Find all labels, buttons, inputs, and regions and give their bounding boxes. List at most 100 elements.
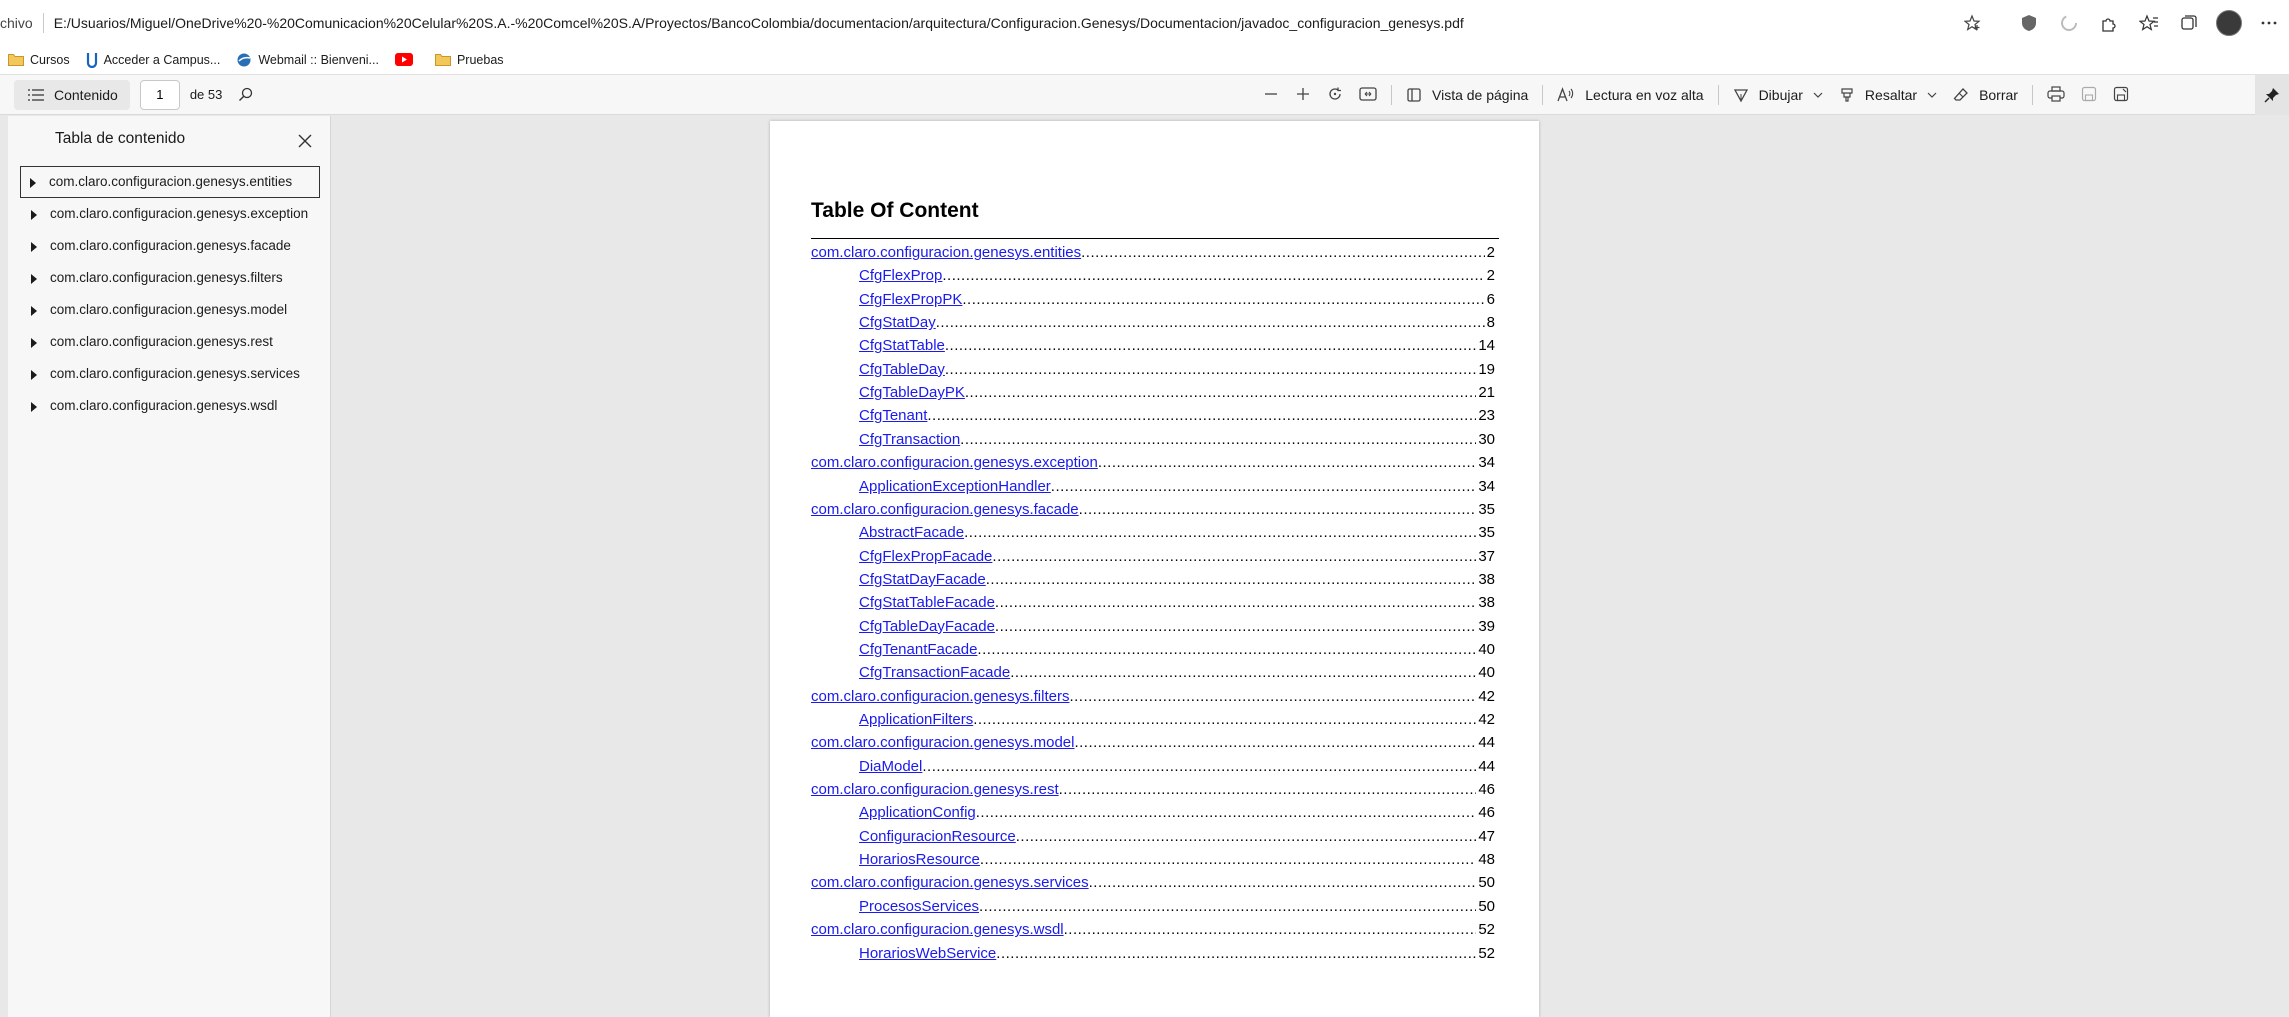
page-view-button[interactable]: Vista de página <box>1398 79 1536 111</box>
favorites-icon[interactable] <box>2133 7 2165 39</box>
bookmark-webmail[interactable]: Webmail :: Bienveni... <box>236 52 379 68</box>
toc-entry-link[interactable]: CfgFlexPropFacade <box>859 548 992 565</box>
bookmark-pruebas[interactable]: Pruebas <box>434 53 504 67</box>
toc-entry-link[interactable]: CfgTenantFacade <box>859 641 977 658</box>
toc-entry-link[interactable]: CfgTransaction <box>859 431 960 448</box>
toc-entry-link[interactable]: com.claro.configuracion.genesys.services <box>811 874 1089 891</box>
toc-class-entry[interactable]: ApplicationConfig ......................… <box>859 804 1495 824</box>
toc-class-entry[interactable]: DiaModel ...............................… <box>859 758 1495 778</box>
toc-item[interactable]: com.claro.configuracion.genesys.exceptio… <box>8 204 330 224</box>
toc-entry-link[interactable]: ConfiguracionResource <box>859 828 1016 845</box>
extensions-icon[interactable] <box>2093 7 2125 39</box>
save-as-button[interactable] <box>2105 79 2137 111</box>
toc-class-entry[interactable]: ApplicationFilters .....................… <box>859 711 1495 731</box>
expand-arrow-icon[interactable] <box>31 370 37 380</box>
toc-class-entry[interactable]: CfgStatDayFacade .......................… <box>859 571 1495 591</box>
toc-entry-link[interactable]: HorariosResource <box>859 851 980 868</box>
toc-class-entry[interactable]: CfgStatTable ...........................… <box>859 337 1495 357</box>
collections-icon[interactable] <box>2173 7 2205 39</box>
toc-entry-link[interactable]: HorariosWebService <box>859 945 996 962</box>
toc-class-entry[interactable]: ConfiguracionResource ..................… <box>859 828 1495 848</box>
expand-arrow-icon[interactable] <box>31 306 37 316</box>
toc-class-entry[interactable]: CfgTableDayFacade ......................… <box>859 618 1495 638</box>
toc-item[interactable]: com.claro.configuracion.genesys.facade <box>8 236 330 256</box>
toc-entry-link[interactable]: ApplicationConfig <box>859 804 976 821</box>
search-icon[interactable] <box>238 87 253 102</box>
toc-package-entry[interactable]: com.claro.configuracion.genesys.model ..… <box>811 734 1495 754</box>
toc-class-entry[interactable]: AbstractFacade .........................… <box>859 524 1495 544</box>
toc-item[interactable]: com.claro.configuracion.genesys.services <box>8 364 330 384</box>
read-aloud-button[interactable]: Lectura en voz alta <box>1549 79 1711 111</box>
toc-class-entry[interactable]: ProcesosServices .......................… <box>859 898 1495 918</box>
toc-package-entry[interactable]: com.claro.configuracion.genesys.facade .… <box>811 501 1495 521</box>
toc-item[interactable]: com.claro.configuracion.genesys.model <box>8 300 330 320</box>
expand-arrow-icon[interactable] <box>30 178 36 188</box>
toc-entry-link[interactable]: com.claro.configuracion.genesys.filters <box>811 688 1069 705</box>
pin-toolbar-icon[interactable] <box>2255 75 2289 115</box>
toc-entry-link[interactable]: com.claro.configuracion.genesys.exceptio… <box>811 454 1098 471</box>
shield-extension-icon[interactable] <box>2013 7 2045 39</box>
chevron-down-icon[interactable] <box>1813 92 1823 98</box>
toc-entry-link[interactable]: CfgStatDayFacade <box>859 571 986 588</box>
toc-class-entry[interactable]: CfgFlexPropPK ..........................… <box>859 291 1495 311</box>
favorite-add-icon[interactable] <box>1957 7 1989 39</box>
expand-arrow-icon[interactable] <box>31 210 37 220</box>
bookmark-youtube[interactable] <box>394 53 419 66</box>
toc-entry-link[interactable]: com.claro.configuracion.genesys.model <box>811 734 1074 751</box>
expand-arrow-icon[interactable] <box>31 242 37 252</box>
loading-extension-icon[interactable] <box>2053 7 2085 39</box>
toc-package-entry[interactable]: com.claro.configuracion.genesys.filters … <box>811 688 1495 708</box>
toc-entry-link[interactable]: CfgTableDay <box>859 361 945 378</box>
toc-package-entry[interactable]: com.claro.configuracion.genesys.entities… <box>811 244 1495 264</box>
toc-class-entry[interactable]: CfgStatTableFacade .....................… <box>859 594 1495 614</box>
expand-arrow-icon[interactable] <box>31 338 37 348</box>
more-icon[interactable] <box>2253 7 2285 39</box>
toc-entry-link[interactable]: com.claro.configuracion.genesys.wsdl <box>811 921 1064 938</box>
url-field[interactable]: E:/Usuarios/Miguel/OneDrive%20-%20Comuni… <box>54 15 1464 31</box>
page-number-input[interactable] <box>139 79 180 110</box>
bookmark-campus[interactable]: Acceder a Campus... <box>86 52 220 68</box>
toc-class-entry[interactable]: CfgTenantFacade ........................… <box>859 641 1495 661</box>
toc-entry-link[interactable]: CfgFlexPropPK <box>859 291 962 308</box>
zoom-out-button[interactable] <box>1255 79 1287 111</box>
toc-package-entry[interactable]: com.claro.configuracion.genesys.wsdl ...… <box>811 921 1495 941</box>
toc-class-entry[interactable]: HorariosResource .......................… <box>859 851 1495 871</box>
toc-entry-link[interactable]: CfgStatTable <box>859 337 945 354</box>
toc-entry-link[interactable]: com.claro.configuracion.genesys.entities <box>811 244 1081 261</box>
toc-class-entry[interactable]: CfgTransactionFacade ...................… <box>859 664 1495 684</box>
toc-entry-link[interactable]: CfgTableDayPK <box>859 384 965 401</box>
print-button[interactable] <box>2039 79 2073 111</box>
toc-class-entry[interactable]: CfgTenant ..............................… <box>859 407 1495 427</box>
toc-item[interactable]: com.claro.configuracion.genesys.wsdl <box>8 396 330 416</box>
toc-entry-link[interactable]: com.claro.configuracion.genesys.rest <box>811 781 1059 798</box>
bookmark-cursos[interactable]: Cursos <box>8 53 70 67</box>
toc-entry-link[interactable]: CfgStatTableFacade <box>859 594 995 611</box>
zoom-in-button[interactable] <box>1287 79 1319 111</box>
toc-class-entry[interactable]: HorariosWebService .....................… <box>859 945 1495 965</box>
toc-class-entry[interactable]: CfgStatDay .............................… <box>859 314 1495 334</box>
expand-arrow-icon[interactable] <box>31 402 37 412</box>
toc-class-entry[interactable]: CfgFlexProp ............................… <box>859 267 1495 287</box>
toc-entry-link[interactable]: DiaModel <box>859 758 922 775</box>
toc-class-entry[interactable]: CfgTransaction .........................… <box>859 431 1495 451</box>
profile-avatar[interactable] <box>2213 7 2245 39</box>
toc-class-entry[interactable]: CfgTableDay ............................… <box>859 361 1495 381</box>
toc-package-entry[interactable]: com.claro.configuracion.genesys.rest ...… <box>811 781 1495 801</box>
erase-button[interactable]: Borrar <box>1945 79 2026 111</box>
toc-package-entry[interactable]: com.claro.configuracion.genesys.services… <box>811 874 1495 894</box>
expand-arrow-icon[interactable] <box>31 274 37 284</box>
toc-item[interactable]: com.claro.configuracion.genesys.rest <box>8 332 330 352</box>
toc-item[interactable]: com.claro.configuracion.genesys.entities <box>20 166 320 198</box>
toc-entry-link[interactable]: CfgTenant <box>859 407 927 424</box>
contents-button[interactable]: Contenido <box>14 79 130 110</box>
toc-class-entry[interactable]: CfgTableDayPK ..........................… <box>859 384 1495 404</box>
toc-entry-link[interactable]: CfgTableDayFacade <box>859 618 995 635</box>
toc-item[interactable]: com.claro.configuracion.genesys.filters <box>8 268 330 288</box>
toc-package-entry[interactable]: com.claro.configuracion.genesys.exceptio… <box>811 454 1495 474</box>
draw-button[interactable]: Dibujar <box>1725 79 1831 111</box>
toc-entry-link[interactable]: com.claro.configuracion.genesys.facade <box>811 501 1079 518</box>
toc-entry-link[interactable]: ProcesosServices <box>859 898 979 915</box>
close-icon[interactable] <box>294 130 316 152</box>
save-button[interactable] <box>2073 79 2105 111</box>
toc-class-entry[interactable]: CfgFlexPropFacade ......................… <box>859 548 1495 568</box>
